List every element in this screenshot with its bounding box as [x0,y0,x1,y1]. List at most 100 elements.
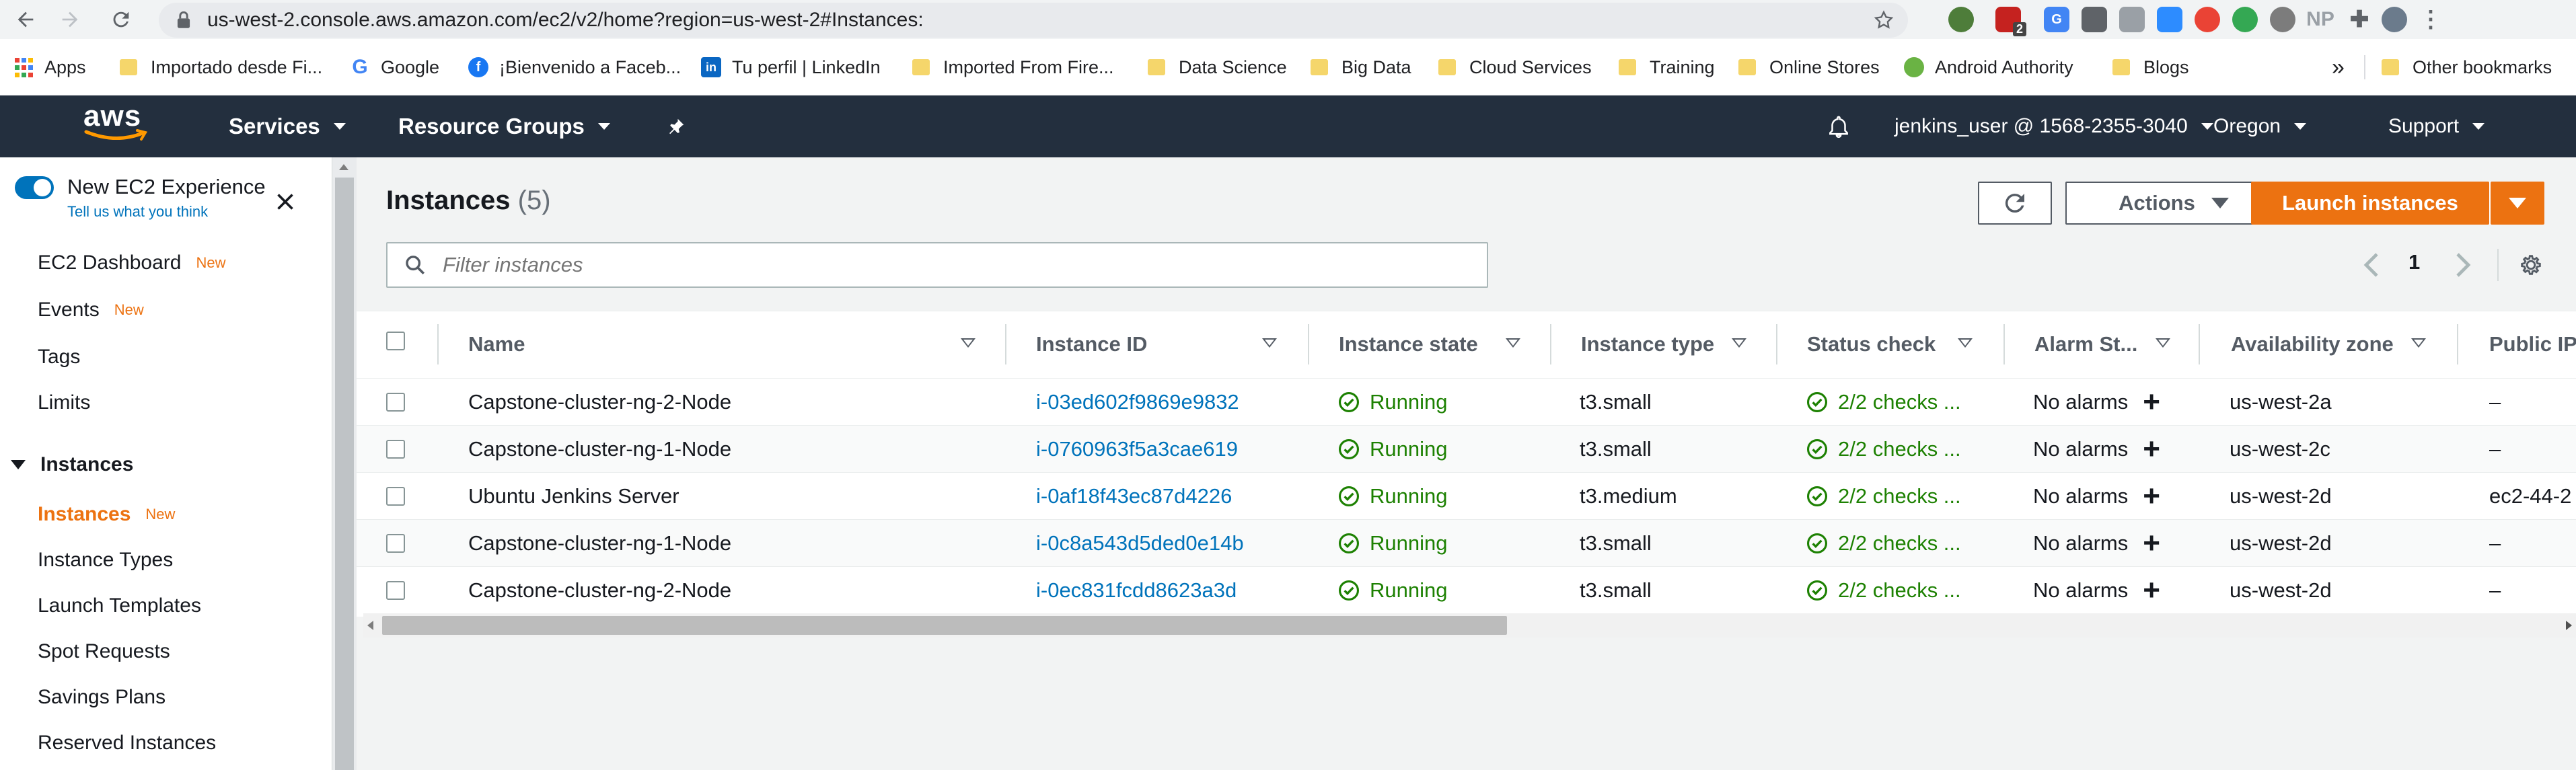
browser-menu-icon[interactable]: ⋮ [2418,7,2443,32]
bookmark-android-authority[interactable]: Android Authority [1904,50,2073,85]
sort-icon[interactable] [1732,338,1746,348]
bookmark-folder-training[interactable]: Training [1619,50,1715,85]
previous-page-button[interactable] [2361,252,2382,278]
select-all-checkbox[interactable] [386,332,405,350]
filter-instances-input[interactable] [386,242,1488,288]
profile-avatar[interactable] [2382,7,2407,32]
add-alarm-icon[interactable]: + [2143,434,2160,464]
instance-name[interactable]: Capstone-cluster-ng-1-Node [468,426,731,473]
sidebar-item-tags[interactable]: Tags [38,346,80,369]
account-menu[interactable]: jenkins_user @ 1568-2355-3040 [1894,95,2213,157]
sidebar-item-instance-types[interactable]: Instance Types [38,549,173,572]
column-header-instance-state[interactable]: Instance state [1339,311,1478,378]
globe-extension-icon[interactable] [1948,7,1974,32]
bookmark-folder-imported[interactable]: Imported From Fire... [912,50,1114,85]
instance-id-link[interactable]: i-0ec831fcdd8623a3d [1036,567,1237,614]
sidebar-item-limits[interactable]: Limits [38,391,90,414]
status-check[interactable]: 2/2 checks ... [1806,379,1961,426]
table-row[interactable]: Capstone-cluster-ng-1-Node i-0760963f5a3c… [357,425,2576,472]
calendar-extension-icon[interactable]: 2 [1995,7,2026,36]
sidebar-section-instances[interactable]: Instances [11,453,133,476]
scroll-up-arrow[interactable] [339,164,348,170]
instance-name[interactable]: Capstone-cluster-ng-2-Node [468,567,731,614]
close-sidebar-button[interactable] [273,190,297,214]
helmet-extension-icon[interactable] [2270,7,2295,32]
sort-icon[interactable] [961,338,976,348]
sidebar-item-ec2-dashboard[interactable]: EC2 Dashboard New [38,252,225,274]
bookmark-folder-online-stores[interactable]: Online Stores [1738,50,1880,85]
bookmark-apps[interactable]: Apps [13,50,86,85]
pin-button[interactable] [666,95,686,157]
sidebar-item-launch-templates[interactable]: Launch Templates [38,594,201,617]
screenshot-extension-icon[interactable] [2119,7,2145,32]
preferences-button[interactable] [2517,252,2544,278]
row-checkbox[interactable] [386,487,405,506]
notifications-button[interactable] [1826,95,1851,157]
bookmark-linkedin[interactable]: in Tu perfil | LinkedIn [701,50,881,85]
address-bar[interactable]: us-west-2.console.aws.amazon.com/ec2/v2/… [159,3,1908,38]
bookmarks-overflow-button[interactable]: » [2332,50,2345,85]
table-horizontal-scrollbar[interactable] [363,613,2576,638]
zoom-extension-icon[interactable] [2157,7,2182,32]
sort-icon[interactable] [2156,338,2170,348]
sidebar-item-savings-plans[interactable]: Savings Plans [38,686,165,709]
status-check[interactable]: 2/2 checks ... [1806,473,1961,520]
row-checkbox[interactable] [386,534,405,553]
horizontal-scrollbar-thumb[interactable] [382,616,1507,635]
sidebar-item-instances[interactable]: Instances New [38,503,175,526]
column-header-status-check[interactable]: Status check [1807,311,1936,378]
instance-name[interactable]: Capstone-cluster-ng-1-Node [468,520,731,567]
sidebar-item-events[interactable]: Events New [38,299,144,321]
bookmark-star-icon[interactable] [1873,9,1894,31]
support-menu[interactable]: Support [2388,95,2485,157]
sidebar-scrollbar[interactable] [332,157,357,770]
column-header-public-ip[interactable]: Public IP [2489,311,2576,378]
bookmark-folder-blogs[interactable]: Blogs [2112,50,2189,85]
instance-id-link[interactable]: i-0c8a543d5ded0e14b [1036,520,1244,567]
region-menu[interactable]: Oregon [2213,95,2307,157]
bookmark-folder-cloud-services[interactable]: Cloud Services [1438,50,1592,85]
translate-extension-icon[interactable]: G [2044,7,2069,32]
add-alarm-icon[interactable]: + [2143,482,2160,511]
sidebar-item-reserved-instances[interactable]: Reserved Instances [38,732,216,755]
next-page-button[interactable] [2453,252,2473,278]
bookmark-folder-data-science[interactable]: Data Science [1148,50,1287,85]
row-checkbox[interactable] [386,440,405,459]
sidebar-scrollbar-thumb[interactable] [335,178,354,770]
filter-text-field[interactable] [441,252,1450,278]
status-check[interactable]: 2/2 checks ... [1806,426,1961,473]
instance-id-link[interactable]: i-0760963f5a3cae619 [1036,426,1238,473]
record-extension-icon[interactable] [2195,7,2220,32]
status-check[interactable]: 2/2 checks ... [1806,567,1961,614]
table-row[interactable]: Capstone-cluster-ng-2-Node i-0ec831fcdd86… [357,566,2576,613]
feedback-link[interactable]: Tell us what you think [67,203,208,221]
table-row[interactable]: Ubuntu Jenkins Server i-0af18f43ec87d4226… [357,472,2576,519]
refresh-button[interactable] [1978,182,2052,225]
forward-button[interactable] [54,4,86,35]
check-extension-icon[interactable] [2232,7,2258,32]
sidebar-item-spot-requests[interactable]: Spot Requests [38,640,170,663]
sort-icon[interactable] [1958,338,1973,348]
actions-dropdown[interactable]: Actions [2065,182,2282,225]
table-row[interactable]: Capstone-cluster-ng-1-Node i-0c8a543d5ded… [357,519,2576,566]
status-check[interactable]: 2/2 checks ... [1806,520,1961,567]
column-header-name[interactable]: Name [468,311,525,378]
instance-id-link[interactable]: i-0af18f43ec87d4226 [1036,473,1232,520]
current-page-number[interactable]: 1 [2408,250,2420,274]
launch-instances-button[interactable]: Launch instances [2251,182,2489,225]
column-header-instance-type[interactable]: Instance type [1581,311,1714,378]
table-row[interactable]: Capstone-cluster-ng-2-Node i-03ed602f9869… [357,378,2576,425]
aws-logo[interactable]: aws [83,100,151,147]
column-header-alarm-status[interactable]: Alarm St... [2034,311,2137,378]
np-extension-icon[interactable]: NP [2306,7,2334,32]
back-button[interactable] [9,4,42,35]
bookmark-folder-other[interactable]: Other bookmarks [2382,50,2552,85]
sort-icon[interactable] [2411,338,2426,348]
add-alarm-icon[interactable]: + [2143,529,2160,558]
column-header-instance-id[interactable]: Instance ID [1036,311,1147,378]
row-checkbox[interactable] [386,581,405,600]
bookmark-folder-importado[interactable]: Importado desde Fi... [120,50,322,85]
scroll-right-arrow[interactable] [2566,621,2572,630]
add-alarm-icon[interactable]: + [2143,576,2160,605]
sort-icon[interactable] [1506,338,1520,348]
